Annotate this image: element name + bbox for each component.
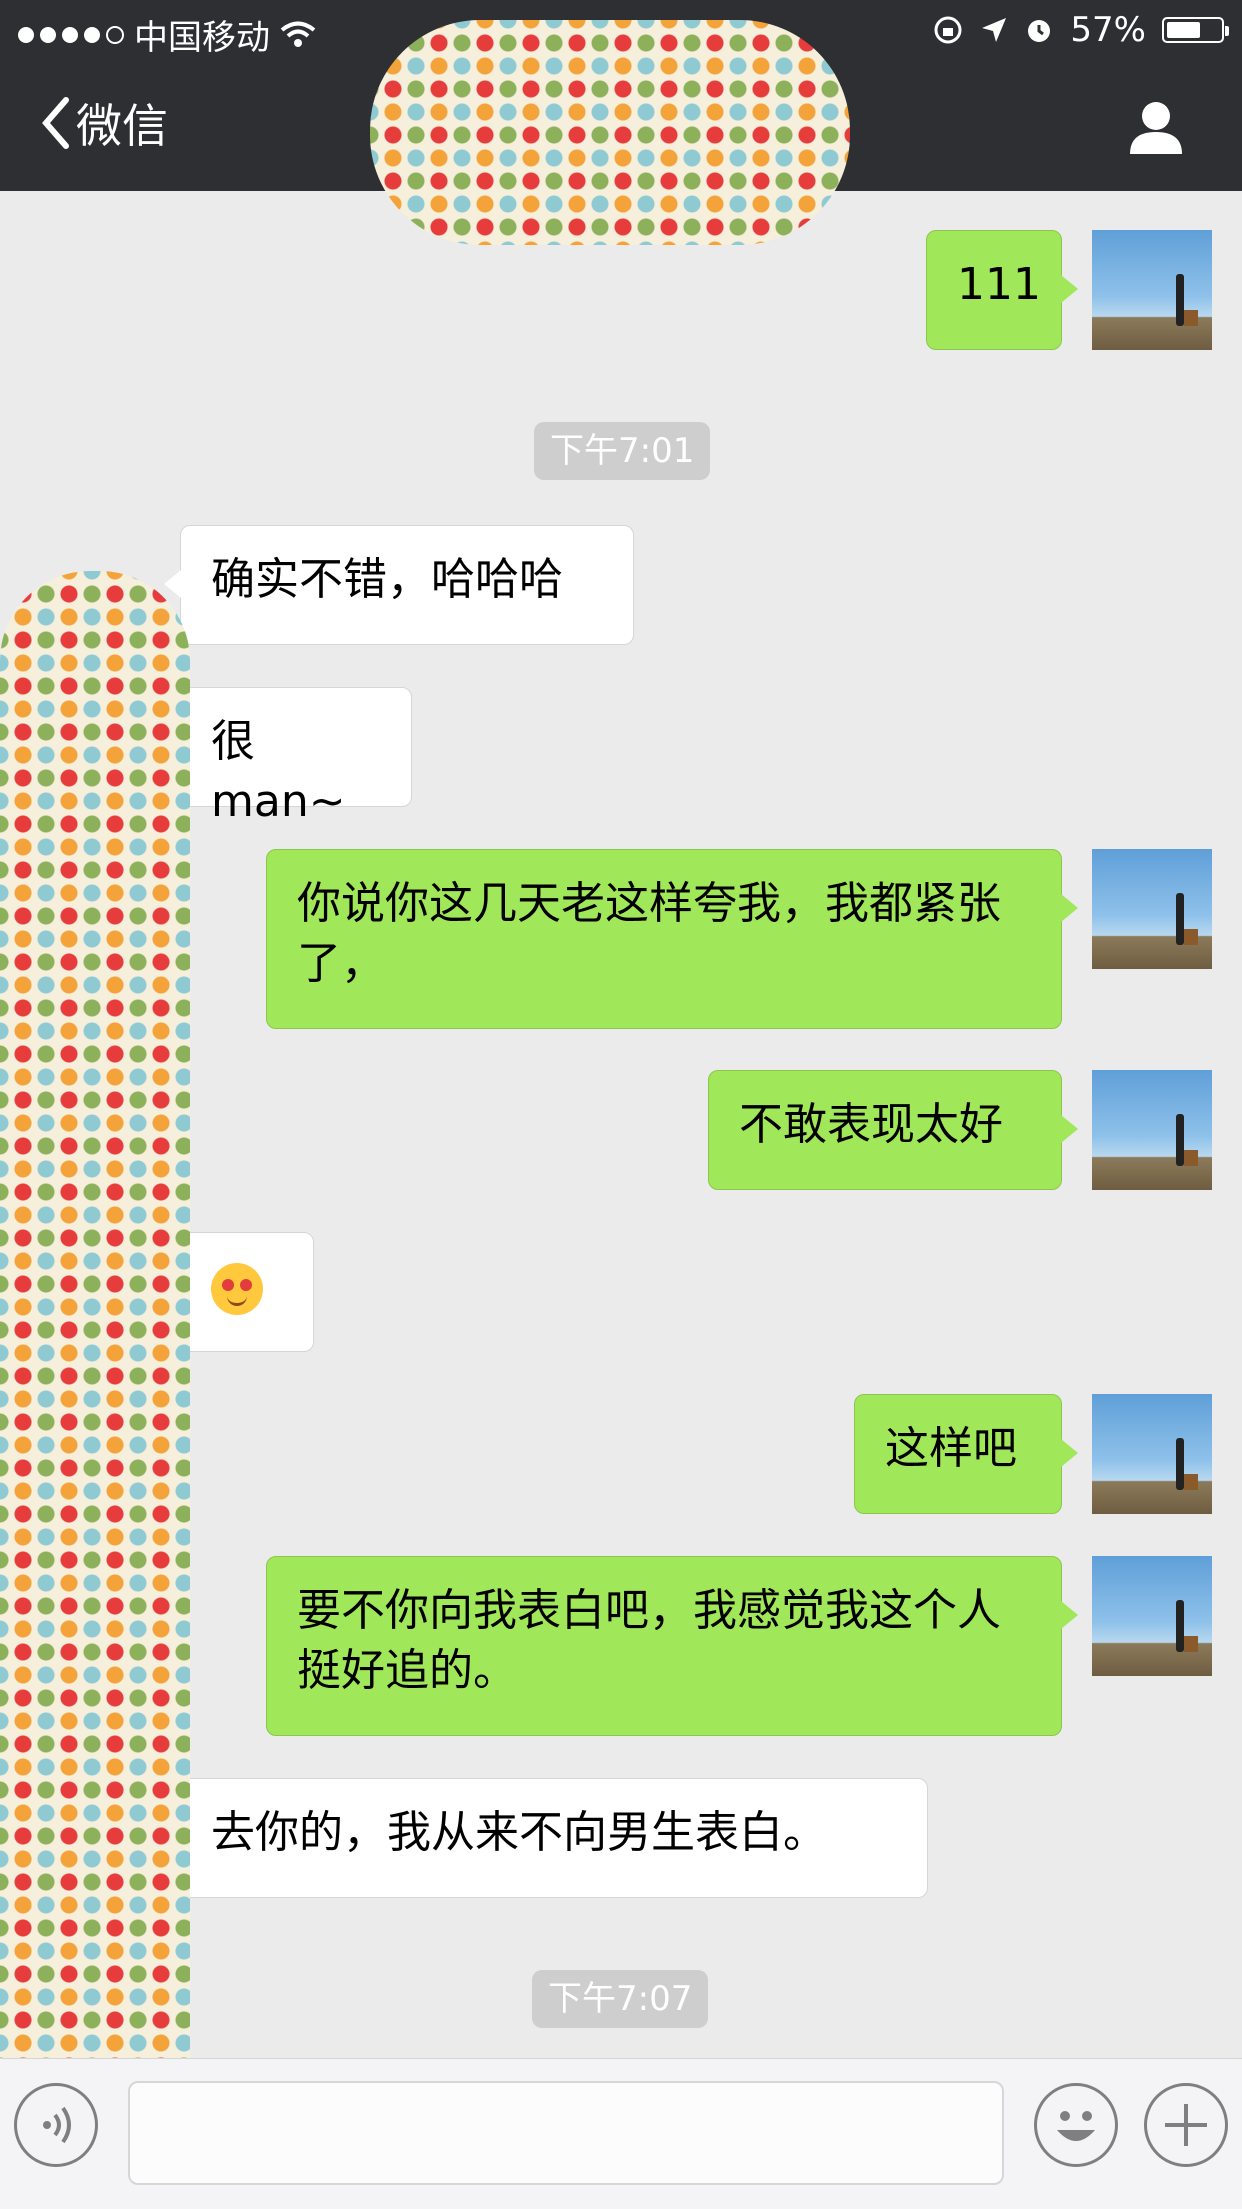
self-message-bubble[interactable]: 不敢表现太好 [708, 1070, 1078, 1190]
alarm-icon [1028, 20, 1051, 42]
voice-icon [43, 2106, 71, 2144]
message-input[interactable] [128, 2081, 1004, 2185]
message-text: 111 [957, 259, 1041, 310]
heart-eyes-emoji-icon [211, 1263, 263, 1315]
self-message-bubble[interactable]: 你说你这几天老这样夸我，我都紧张了， [266, 849, 1078, 1029]
rotation-lock-icon [934, 16, 962, 44]
self-message-bubble[interactable]: 111 [926, 230, 1078, 350]
plus-icon [1165, 2104, 1207, 2146]
battery-percent: 57% [1070, 10, 1146, 50]
input-bar [0, 2058, 1242, 2209]
self-avatar[interactable] [1092, 230, 1212, 350]
self-avatar[interactable] [1092, 1070, 1212, 1190]
message-text: 确实不错，哈哈哈 [211, 554, 563, 605]
message-text: 要不你向我表白吧，我感觉我这个人挺好追的。 [297, 1585, 1001, 1696]
other-message-bubble[interactable]: 确实不错，哈哈哈 [164, 525, 634, 645]
self-avatar[interactable] [1092, 1394, 1212, 1514]
chevron-left-icon [42, 97, 69, 149]
message-text: 很man~ [211, 716, 346, 827]
emoji-icon [1057, 2111, 1095, 2141]
message-text: 你说你这几天老这样夸我，我都紧张了， [297, 878, 1001, 989]
back-button[interactable]: 微信 [40, 90, 168, 156]
emoji-button[interactable] [1034, 2083, 1118, 2167]
privacy-redaction [0, 571, 190, 2181]
other-message-bubble[interactable] [164, 1232, 314, 1352]
location-icon [982, 18, 1007, 42]
more-button[interactable] [1144, 2083, 1228, 2167]
other-message-bubble[interactable]: 去你的，我从来不向男生表白。 [164, 1778, 928, 1898]
status-right: 57% [932, 10, 1229, 50]
chat-area[interactable]: 111 下午7:01 确实不错，哈哈哈 很man~ 你说你这几天老这样夸我，我都… [0, 191, 1242, 2181]
message-text: 去你的，我从来不向男生表白。 [211, 1807, 827, 1858]
self-message-bubble[interactable]: 要不你向我表白吧，我感觉我这个人挺好追的。 [266, 1556, 1078, 1736]
profile-icon[interactable] [1126, 96, 1186, 156]
back-label: 微信 [76, 99, 168, 153]
self-avatar[interactable] [1092, 849, 1212, 969]
voice-button[interactable] [14, 2083, 98, 2167]
timestamp: 下午7:01 [534, 422, 711, 480]
self-avatar[interactable] [1092, 1556, 1212, 1676]
self-message-bubble[interactable]: 这样吧 [854, 1394, 1078, 1514]
battery-icon [1162, 17, 1229, 43]
other-message-bubble[interactable]: 很man~ [164, 687, 412, 827]
message-text: 这样吧 [885, 1423, 1017, 1474]
timestamp: 下午7:07 [532, 1970, 709, 2028]
message-text: 不敢表现太好 [739, 1099, 1003, 1150]
